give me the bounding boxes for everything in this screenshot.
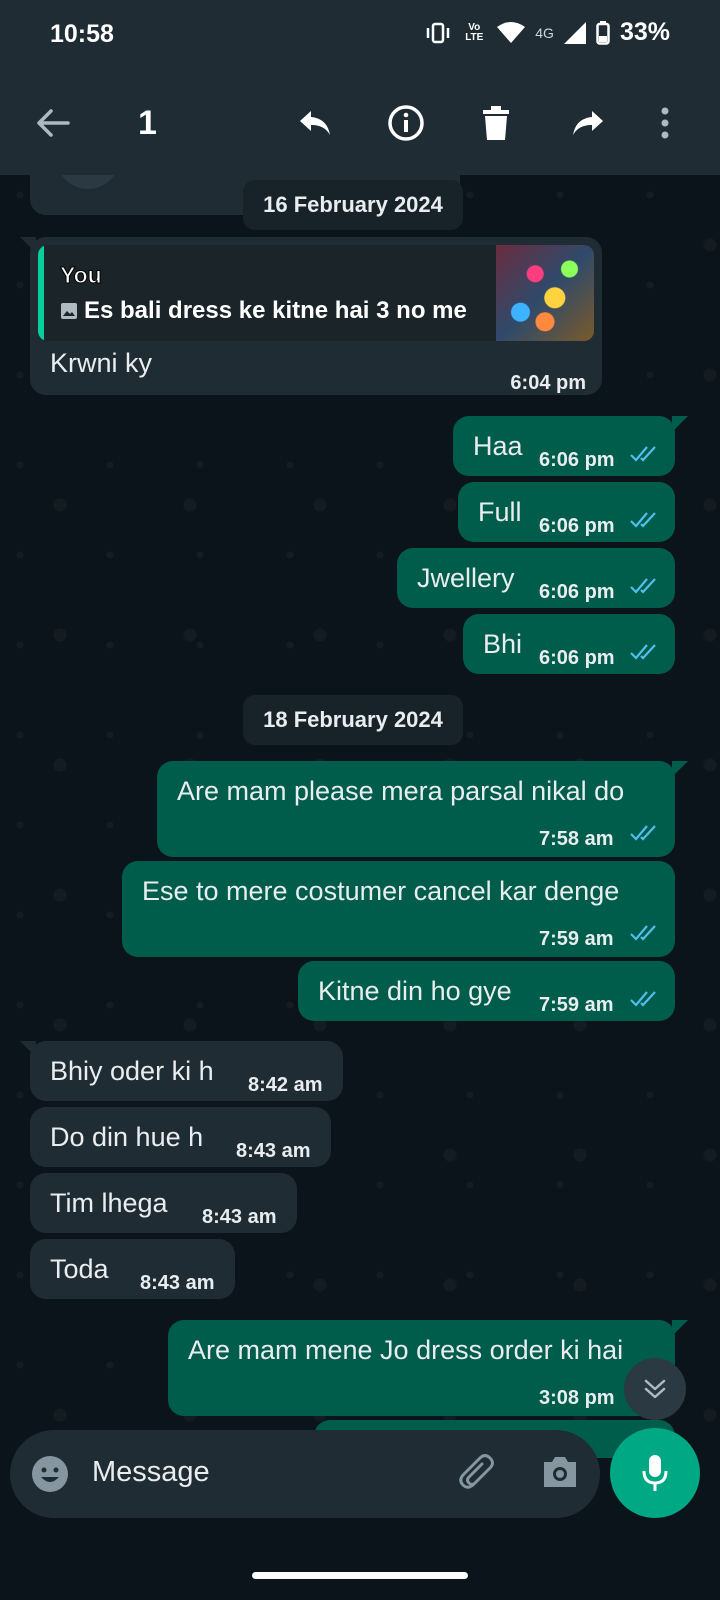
- message-time: 8:43 am: [236, 1140, 311, 1162]
- home-indicator[interactable]: [252, 1572, 468, 1579]
- message-bubble-outgoing[interactable]: Full 6:06 pm: [458, 482, 675, 542]
- info-button[interactable]: [381, 98, 431, 148]
- back-arrow-icon: [37, 109, 70, 137]
- message-text: Are mam mene Jo dress order ki hai: [188, 1335, 624, 1365]
- wifi-icon: [497, 21, 526, 43]
- read-ticks-icon: [630, 644, 656, 660]
- message-time: 8:43 am: [140, 1272, 215, 1294]
- camera-icon[interactable]: [540, 1454, 580, 1490]
- message-bubble-outgoing[interactable]: Are mam mene Jo dress order ki hai 3:08 …: [168, 1320, 675, 1416]
- quote-text: Es bali dress ke kitne hai 3 no me: [84, 297, 467, 324]
- message-time: 8:42 am: [248, 1074, 323, 1096]
- status-time: 10:58: [50, 20, 114, 48]
- chat-area[interactable]: 16 February 2024 You Es bali dress ke ki…: [0, 175, 720, 1458]
- message-text: Krwni ky: [50, 348, 153, 378]
- message-time: 6:06 pm: [539, 449, 615, 471]
- voice-avatar: [56, 175, 120, 189]
- scroll-to-bottom-button[interactable]: [624, 1358, 686, 1420]
- network-type: 4G: [535, 24, 554, 41]
- read-ticks-icon: [630, 991, 656, 1007]
- message-time: 6:06 pm: [539, 515, 615, 537]
- emoji-icon[interactable]: [30, 1454, 70, 1494]
- message-input[interactable]: Message: [92, 1456, 210, 1489]
- message-text: Bhiy oder ki h: [50, 1056, 214, 1086]
- message-text: Do din hue h: [50, 1122, 204, 1152]
- more-vertical-icon: [661, 107, 669, 139]
- read-ticks-icon: [630, 578, 656, 594]
- message-time: 7:58 am: [539, 828, 614, 850]
- quoted-message[interactable]: You Es bali dress ke kitne hai 3 no me: [38, 245, 594, 341]
- message-time: 6:06 pm: [539, 647, 615, 669]
- message-time: 8:43 am: [202, 1206, 277, 1228]
- trash-icon: [483, 106, 509, 140]
- selection-toolbar: 1: [0, 70, 720, 175]
- microphone-icon: [642, 1455, 668, 1491]
- message-text: Full: [478, 497, 522, 527]
- battery-icon: [596, 20, 610, 45]
- message-bubble-outgoing[interactable]: Jwellery 6:06 pm: [397, 548, 675, 608]
- volte-icon: Vo LTE: [465, 21, 484, 43]
- double-chevron-down-icon: [644, 1379, 666, 1399]
- quote-sender: You: [60, 262, 103, 289]
- signal-icon: [563, 21, 586, 44]
- read-ticks-icon: [630, 446, 656, 462]
- forward-icon: [573, 111, 603, 135]
- message-bubble-incoming[interactable]: Do din hue h 8:43 am: [30, 1107, 331, 1167]
- more-options-button[interactable]: [640, 98, 690, 148]
- date-separator: 16 February 2024: [243, 180, 463, 230]
- message-text: Bhi: [483, 629, 523, 659]
- read-ticks-icon: [630, 512, 656, 528]
- message-text: Jwellery: [417, 563, 515, 593]
- reply-icon: [300, 111, 330, 135]
- bubble-tail: [672, 416, 688, 432]
- message-text: Ese to mere costumer cancel kar denge: [142, 876, 620, 906]
- vibrate-icon: [427, 22, 450, 43]
- reply-button[interactable]: [290, 98, 340, 148]
- message-composer[interactable]: Message: [10, 1430, 600, 1518]
- message-time: 7:59 am: [539, 928, 614, 950]
- message-text: Toda: [50, 1254, 109, 1284]
- message-bubble-outgoing[interactable]: Haa 6:06 pm: [453, 416, 675, 476]
- voice-record-button[interactable]: [610, 1428, 700, 1518]
- message-time: 6:06 pm: [539, 581, 615, 603]
- message-bubble-outgoing[interactable]: Are mam please mera parsal nikal do 7:58…: [157, 761, 675, 857]
- read-ticks-icon: [630, 925, 656, 941]
- status-icons: Vo LTE 4G 33%: [425, 18, 670, 47]
- date-separator: 18 February 2024: [243, 695, 463, 745]
- info-icon: [388, 105, 424, 141]
- delete-button[interactable]: [471, 98, 521, 148]
- attach-icon[interactable]: [458, 1452, 498, 1496]
- message-time: 6:04 pm: [510, 372, 586, 394]
- message-bubble-outgoing[interactable]: Ese to mere costumer cancel kar denge 7:…: [122, 861, 675, 957]
- battery-percent: 33%: [619, 18, 670, 46]
- message-time: 7:59 am: [539, 994, 614, 1016]
- forward-button[interactable]: [563, 98, 613, 148]
- status-bar: 10:58 Vo LTE 4G 33%: [0, 0, 720, 70]
- selected-count: 1: [138, 104, 157, 142]
- message-bubble-incoming[interactable]: Bhiy oder ki h 8:42 am: [30, 1041, 343, 1101]
- message-text: Are mam please mera parsal nikal do: [177, 776, 625, 806]
- photo-icon: [61, 303, 77, 319]
- message-text: Tim lhega: [50, 1188, 168, 1218]
- message-bubble-incoming[interactable]: Tim lhega 8:43 am: [30, 1173, 297, 1233]
- quote-thumbnail: [496, 245, 594, 341]
- message-text: Haa: [473, 431, 523, 461]
- message-time: 3:08 pm: [539, 1387, 615, 1409]
- quote-accent-bar: [38, 245, 44, 341]
- read-ticks-icon: [630, 825, 656, 841]
- back-button[interactable]: [28, 98, 78, 148]
- message-bubble-incoming[interactable]: You Es bali dress ke kitne hai 3 no me K…: [30, 237, 602, 395]
- message-text: Kitne din ho gye: [318, 976, 512, 1006]
- message-bubble-outgoing[interactable]: Bhi 6:06 pm: [463, 614, 675, 674]
- message-bubble-incoming[interactable]: Toda 8:43 am: [30, 1239, 235, 1299]
- quote-text-row: Es bali dress ke kitne hai 3 no me: [60, 295, 467, 327]
- message-bubble-outgoing[interactable]: Kitne din ho gye 7:59 am: [298, 961, 675, 1021]
